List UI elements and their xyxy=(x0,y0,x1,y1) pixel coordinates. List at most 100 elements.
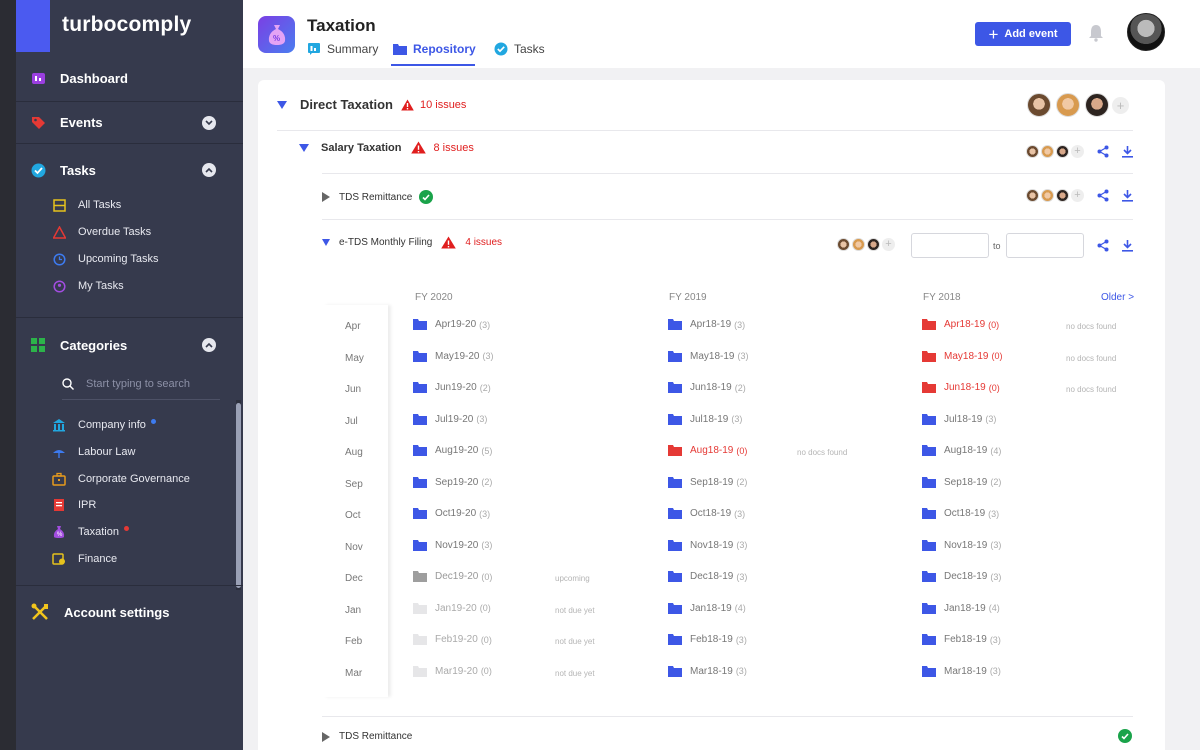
older-link[interactable]: Older > xyxy=(1101,292,1134,303)
sidebar-item-corporate-governance[interactable]: Corporate Governance xyxy=(52,472,190,486)
expand-icon[interactable] xyxy=(322,192,330,202)
folder-item[interactable]: Apr18-19 (0) xyxy=(922,319,999,330)
bell-icon[interactable] xyxy=(1088,24,1104,47)
folder-item[interactable]: May18-19 (0) xyxy=(922,350,1002,362)
folder-item[interactable]: Feb18-19 (3) xyxy=(922,634,1001,645)
assignees[interactable]: + xyxy=(1026,145,1084,158)
folder-item[interactable]: Oct18-19 (3) xyxy=(668,508,745,519)
sidebar-item-overdue-tasks[interactable]: Overdue Tasks xyxy=(52,225,151,239)
sidebar-item-label: Finance xyxy=(78,553,118,565)
avatar[interactable] xyxy=(1127,13,1165,51)
folder-item[interactable]: May19-20 (3) xyxy=(413,350,493,362)
sidebar-item-taxation[interactable]: % Taxation xyxy=(52,525,129,539)
tree-row-tds-remittance[interactable]: TDS Remittance xyxy=(322,190,434,204)
expand-icon[interactable] xyxy=(322,731,330,742)
folder-item[interactable]: Mar19-20 (0) xyxy=(413,665,492,677)
folder-item[interactable]: Nov18-19 (3) xyxy=(668,539,747,551)
folder-item[interactable]: Aug19-20 (5) xyxy=(413,445,492,456)
folder-name: Oct19-20 xyxy=(435,508,477,519)
scrollbar-thumb[interactable] xyxy=(236,403,241,588)
date-from-input[interactable] xyxy=(911,233,989,258)
folder-item[interactable]: Apr18-19 (3) xyxy=(668,319,745,330)
assignees[interactable]: + xyxy=(837,238,895,251)
add-event-button[interactable]: + Add event xyxy=(975,22,1071,46)
sidebar-item-company-info[interactable]: Company info xyxy=(52,418,156,432)
folder-item[interactable]: Feb18-19 (3) xyxy=(668,634,747,645)
chevron-up-icon[interactable] xyxy=(202,163,216,177)
folder-item[interactable]: Jan18-19 (4) xyxy=(668,602,746,614)
folder-item[interactable]: Apr19-20 (3) xyxy=(413,319,490,330)
folder-item[interactable]: Sep18-19 (2) xyxy=(668,476,747,488)
category-search[interactable]: Start typing to search xyxy=(62,378,190,390)
sidebar-item-events[interactable]: Events xyxy=(30,114,103,130)
folder-item[interactable]: Sep19-20 (2) xyxy=(413,476,492,488)
sidebar-item-all-tasks[interactable]: All Tasks xyxy=(52,198,121,212)
folder-item[interactable]: Oct18-19 (3) xyxy=(922,508,999,519)
folder-item[interactable]: Dec18-19 (3) xyxy=(668,571,747,582)
folder-item[interactable]: Mar18-19 (3) xyxy=(668,665,747,677)
tree-row-tds-remittance[interactable]: TDS Remittance xyxy=(322,731,412,742)
expand-icon[interactable] xyxy=(277,100,287,109)
doc-count: (0) xyxy=(479,603,491,613)
tree-row-etds-monthly-filing[interactable]: e-TDS Monthly Filing 4 issues xyxy=(322,236,502,249)
doc-count: (3) xyxy=(990,571,1002,582)
sidebar-item-upcoming-tasks[interactable]: Upcoming Tasks xyxy=(52,252,159,266)
sidebar-item-my-tasks[interactable]: My Tasks xyxy=(52,279,124,293)
folder-item[interactable]: Sep18-19 (2) xyxy=(922,476,1001,488)
folder-item[interactable]: Jun18-19 (0) xyxy=(922,382,1000,393)
folder-item[interactable]: Feb19-20 (0) xyxy=(413,634,492,645)
sidebar-item-account-settings[interactable]: Account settings xyxy=(30,602,169,622)
doc-count: (3) xyxy=(735,666,747,676)
folder-item[interactable]: Aug18-19 (4) xyxy=(922,445,1001,456)
expand-icon[interactable] xyxy=(299,143,309,152)
folder-item[interactable]: Mar18-19 (3) xyxy=(922,665,1001,677)
clock-icon xyxy=(52,252,66,266)
tree-row-direct-taxation[interactable]: Direct Taxation 10 issues xyxy=(277,97,466,112)
folder-item[interactable]: Dec18-19 (3) xyxy=(922,571,1001,582)
sidebar-item-labour-law[interactable]: Labour Law xyxy=(52,445,136,459)
folder-name: May19-20 xyxy=(435,350,480,362)
sidebar-item-dashboard[interactable]: Dashboard xyxy=(30,70,128,86)
folder-item[interactable]: Jul18-19 (3) xyxy=(668,413,742,425)
search-input[interactable]: Start typing to search xyxy=(86,378,190,390)
download-icon[interactable] xyxy=(1122,145,1133,158)
download-icon[interactable] xyxy=(1122,189,1133,202)
share-icon[interactable] xyxy=(1097,189,1109,202)
folder-item[interactable]: Nov19-20 (3) xyxy=(413,539,492,551)
download-icon[interactable] xyxy=(1122,239,1133,252)
expand-icon[interactable] xyxy=(322,239,330,246)
sidebar-item-finance[interactable]: Finance xyxy=(52,552,117,566)
add-assignee-icon[interactable]: + xyxy=(1071,189,1084,202)
folder-item[interactable]: Aug18-19 (0) xyxy=(668,445,747,456)
folder-item[interactable]: Jan19-20 (0) xyxy=(413,602,491,614)
chevron-down-icon[interactable] xyxy=(202,116,216,130)
sidebar-item-tasks[interactable]: Tasks xyxy=(30,162,96,178)
add-assignee-icon[interactable]: + xyxy=(1112,96,1129,114)
check-circle-icon xyxy=(1118,729,1132,743)
folder-item[interactable]: Jul18-19 (3) xyxy=(922,413,996,425)
sidebar-item-categories[interactable]: Categories xyxy=(30,337,127,353)
date-to-input[interactable] xyxy=(1006,233,1084,258)
share-icon[interactable] xyxy=(1097,239,1109,252)
folder-item[interactable]: Jan18-19 (4) xyxy=(922,602,1000,614)
share-icon[interactable] xyxy=(1097,145,1109,158)
folder-item[interactable]: Jun19-20 (2) xyxy=(413,382,491,393)
add-assignee-icon[interactable]: + xyxy=(882,238,895,251)
assignees[interactable]: + xyxy=(1026,189,1084,202)
add-assignee-icon[interactable]: + xyxy=(1071,145,1084,158)
tree-row-salary-taxation[interactable]: Salary Taxation 8 issues xyxy=(299,141,474,154)
folder-item[interactable]: Jun18-19 (2) xyxy=(668,382,746,393)
folder-item[interactable]: Dec19-20 (0) xyxy=(413,571,492,582)
issues-badge: 4 issues xyxy=(441,236,502,249)
assignees[interactable]: + xyxy=(1027,93,1129,117)
tab-repository[interactable]: Repository xyxy=(393,42,476,56)
tag-icon xyxy=(30,114,46,130)
folder-item[interactable]: Nov18-19 (3) xyxy=(922,539,1001,551)
folder-item[interactable]: May18-19 (3) xyxy=(668,350,748,362)
folder-item[interactable]: Oct19-20 (3) xyxy=(413,508,490,519)
sidebar-item-ipr[interactable]: IPR xyxy=(52,498,96,512)
chevron-up-icon[interactable] xyxy=(202,338,216,352)
folder-item[interactable]: Jul19-20 (3) xyxy=(413,413,487,425)
tab-summary[interactable]: Summary xyxy=(307,42,378,56)
tab-tasks[interactable]: Tasks xyxy=(494,42,545,56)
